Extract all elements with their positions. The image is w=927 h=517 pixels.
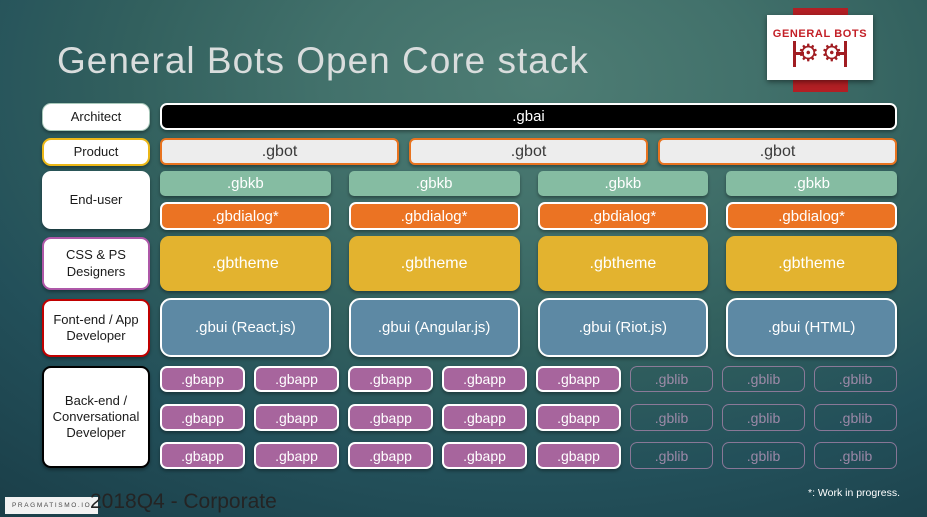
gblib-box: .gblib	[722, 366, 805, 392]
gbdialog-box: .gbdialog*	[160, 202, 331, 230]
gbapp-box: .gbapp	[254, 404, 339, 431]
gear-bar-icon	[793, 41, 805, 67]
label-end-user: End-user	[42, 171, 150, 229]
gear-bar-icon	[835, 41, 847, 67]
row-gbapp-gblib-1: .gbapp .gbapp .gbapp .gbapp .gbapp .gbli…	[160, 366, 897, 392]
footer-caption: 2018Q4 - Corporate	[90, 490, 277, 513]
row-gbtheme: .gbtheme .gbtheme .gbtheme .gbtheme	[160, 236, 897, 291]
gbui-react-box: .gbui (React.js)	[160, 298, 331, 357]
general-bots-logo: GENERAL BOTS ⚙ ⚙	[767, 15, 873, 80]
gblib-box: .gblib	[630, 442, 713, 469]
gbot-box: .gbot	[658, 138, 897, 165]
gbkb-box: .gbkb	[726, 171, 897, 196]
gbdialog-box: .gbdialog*	[537, 202, 709, 230]
label-css-ps-designers: CSS & PS Designers	[42, 237, 150, 290]
gbapp-box: .gbapp	[348, 366, 433, 392]
gbkb-box: .gbkb	[348, 171, 520, 196]
gbdialog-box: .gbdialog*	[726, 202, 897, 230]
gbtheme-box: .gbtheme	[726, 236, 897, 291]
gblib-box: .gblib	[630, 366, 713, 392]
gbapp-box: .gbapp	[442, 442, 527, 469]
work-in-progress-note: *: Work in progress.	[807, 487, 900, 499]
gblib-box: .gblib	[814, 366, 897, 392]
gbapp-box: .gbapp	[536, 366, 621, 392]
gbkb-box: .gbkb	[160, 171, 331, 196]
gblib-box: .gblib	[814, 442, 897, 469]
gbapp-box: .gbapp	[348, 404, 433, 431]
row-gbui: .gbui (React.js) .gbui (Angular.js) .gbu…	[160, 298, 897, 357]
logo-brand-text: GENERAL BOTS	[772, 28, 868, 40]
gbtheme-box: .gbtheme	[537, 236, 709, 291]
gbot-box: .gbot	[409, 138, 648, 165]
slide: General Bots Open Core stack GENERAL BOT…	[0, 0, 927, 517]
gblib-box: .gblib	[814, 404, 897, 431]
gbapp-box: .gbapp	[254, 442, 339, 469]
gbapp-box: .gbapp	[160, 366, 245, 392]
gbapp-box: .gbapp	[254, 366, 339, 392]
gbapp-box: .gbapp	[160, 442, 245, 469]
label-frontend-app-developer: Font-end / App Developer	[42, 299, 150, 357]
gbdialog-box: .gbdialog*	[348, 202, 520, 230]
gbapp-box: .gbapp	[536, 404, 621, 431]
gbtheme-box: .gbtheme	[348, 236, 520, 291]
gbapp-box: .gbapp	[442, 404, 527, 431]
gbui-html-box: .gbui (HTML)	[726, 298, 897, 357]
row-gbkb: .gbkb .gbkb .gbkb .gbkb	[160, 171, 897, 196]
gbkb-box: .gbkb	[537, 171, 709, 196]
label-product: Product	[42, 138, 150, 166]
label-architect: Architect	[42, 103, 150, 131]
gbapp-box: .gbapp	[442, 366, 527, 392]
gbot-box: .gbot	[160, 138, 399, 165]
gblib-box: .gblib	[722, 442, 805, 469]
pragmatismo-logo-badge: PRAGMATISMO.IO	[5, 497, 99, 514]
row-gbai: .gbai	[160, 103, 897, 130]
row-gbapp-gblib-3: .gbapp .gbapp .gbapp .gbapp .gbapp .gbli…	[160, 442, 897, 469]
gblib-box: .gblib	[722, 404, 805, 431]
gblib-box: .gblib	[630, 404, 713, 431]
page-title: General Bots Open Core stack	[57, 40, 589, 81]
gbapp-box: .gbapp	[536, 442, 621, 469]
gbai-box: .gbai	[160, 103, 897, 130]
gbtheme-box: .gbtheme	[160, 236, 331, 291]
gbui-riot-box: .gbui (Riot.js)	[537, 298, 709, 357]
row-gbot: .gbot .gbot .gbot	[160, 138, 897, 165]
gbapp-box: .gbapp	[348, 442, 433, 469]
row-gbapp-gblib-2: .gbapp .gbapp .gbapp .gbapp .gbapp .gbli…	[160, 404, 897, 431]
label-backend-conversational-developer: Back-end / Conversational Developer	[42, 366, 150, 468]
row-gbdialog: .gbdialog* .gbdialog* .gbdialog* .gbdial…	[160, 202, 897, 230]
gbui-angular-box: .gbui (Angular.js)	[348, 298, 520, 357]
gbapp-box: .gbapp	[160, 404, 245, 431]
logo-gears: ⚙ ⚙	[793, 41, 847, 67]
